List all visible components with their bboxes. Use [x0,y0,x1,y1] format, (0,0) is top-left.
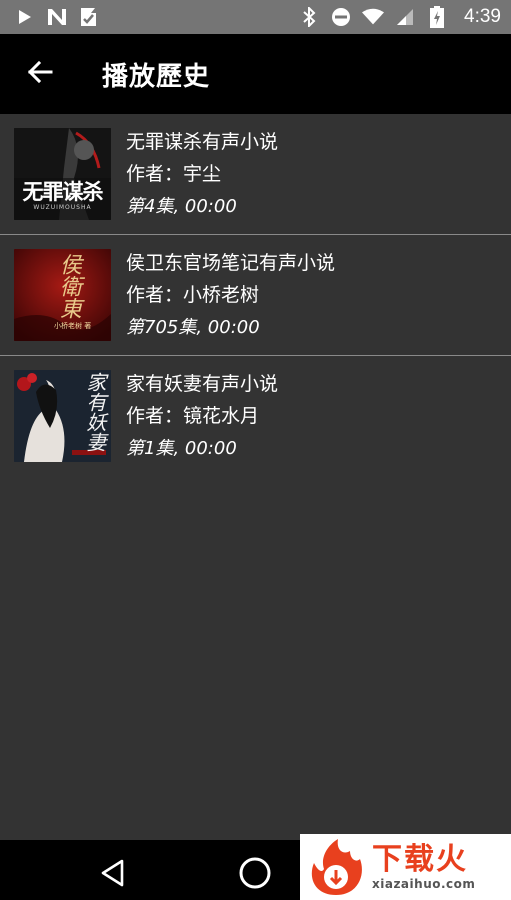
item-author: 作者：小桥老树 [126,284,260,306]
cover-subtitle: 小桥老树 著 [54,322,92,330]
play-icon [14,6,36,28]
battery-charging-icon [426,6,448,28]
item-author: 作者：镜花水月 [126,405,260,427]
nav-home-circle-icon[interactable] [238,856,272,890]
status-bar: 4:39 [0,0,511,34]
watermark-en-text: xiazaihuo.com [372,877,476,891]
item-episode: 第1集, 00:00 [126,438,237,459]
cover-title: 无罪谋杀 [22,179,104,204]
item-title: 家有妖妻有声小说 [126,373,279,395]
item-author: 作者：宇尘 [126,163,222,185]
item-episode: 第705集, 00:00 [126,317,260,338]
cover-title: 家有妖妻 [83,372,107,452]
page-title: 播放歷史 [102,61,211,92]
clock-time: 4:39 [464,6,501,27]
back-button[interactable] [0,34,80,114]
cover-subtitle: WUZUIMOUSHA [33,204,92,211]
signal-icon [394,6,416,28]
bluetooth-icon [298,6,320,28]
watermark-badge: 下载火 xiazaihuo.com [300,834,511,900]
history-item[interactable]: 无罪谋杀 WUZUIMOUSHA 无罪谋杀有声小说 作者：宇尘 第4集, 00:… [0,114,511,235]
dnd-icon [330,6,352,28]
book-cover-image: 无罪谋杀 WUZUIMOUSHA [14,128,111,220]
app-bar: 播放歷史 [0,34,511,114]
history-item[interactable]: 侯衛東 小桥老树 著 侯卫东官场笔记有声小说 作者：小桥老树 第705集, 00… [0,235,511,356]
history-item[interactable]: 家有妖妻 家有妖妻有声小说 作者：镜花水月 第1集, 00:00 [0,356,511,477]
fire-logo-icon [300,834,372,900]
watermark-cn-text: 下载火 [372,842,468,877]
item-title: 无罪谋杀有声小说 [126,131,279,153]
book-cover-image: 侯衛東 小桥老树 著 [14,249,111,341]
history-list: 无罪谋杀 WUZUIMOUSHA 无罪谋杀有声小说 作者：宇尘 第4集, 00:… [0,114,511,477]
n-icon [46,6,68,28]
book-cover-image: 家有妖妻 [14,370,111,462]
wifi-icon [362,6,385,28]
item-title: 侯卫东官场笔记有声小说 [126,252,336,274]
item-episode: 第4集, 00:00 [126,196,237,217]
arrow-left-icon [27,60,53,88]
check-flag-icon [78,6,100,28]
nav-back-triangle-icon[interactable] [98,858,128,888]
